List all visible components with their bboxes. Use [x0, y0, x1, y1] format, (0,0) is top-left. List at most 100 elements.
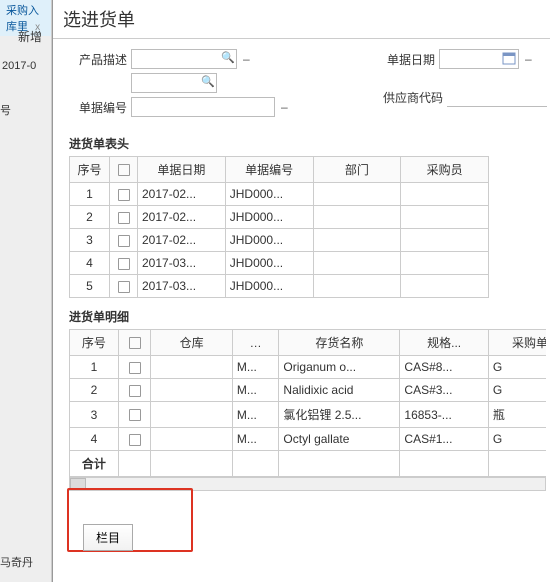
cell-dept — [313, 252, 401, 275]
checkbox-icon[interactable] — [118, 189, 130, 201]
product-desc-input[interactable] — [131, 49, 237, 69]
cell-check[interactable] — [118, 356, 151, 379]
col-spec[interactable]: 规格... — [400, 330, 488, 356]
checkbox-icon[interactable] — [118, 164, 130, 176]
col-idx[interactable]: 序号 — [70, 330, 119, 356]
detail-table: 序号 仓库 … 存货名称 规格... 采购单位 数量 1M...Origanum… — [69, 329, 546, 477]
doc-no-input[interactable] — [131, 97, 275, 117]
cell-date: 2017-02... — [138, 183, 226, 206]
checkbox-icon[interactable] — [129, 434, 141, 446]
cell-idx: 5 — [70, 275, 110, 298]
checkbox-icon[interactable] — [129, 409, 141, 421]
column-button[interactable]: 栏目 — [83, 524, 133, 551]
cell-wh — [151, 428, 232, 451]
cell-check[interactable] — [110, 252, 138, 275]
table-row[interactable]: 1 2017-02...JHD000... — [70, 183, 489, 206]
cell-no: JHD000... — [225, 275, 313, 298]
cell-no: JHD000... — [225, 183, 313, 206]
cell-no: JHD000... — [225, 229, 313, 252]
cell-wh — [151, 402, 232, 428]
col-dept[interactable]: 部门 — [313, 157, 401, 183]
table-row[interactable]: 4 2017-03...JHD000... — [70, 252, 489, 275]
checkbox-icon[interactable] — [129, 337, 141, 349]
cell-check[interactable] — [118, 428, 151, 451]
supplier-input[interactable] — [447, 87, 547, 107]
header-section-title: 进货单表头 — [53, 131, 550, 156]
modal-title: 选进货单 — [53, 0, 550, 39]
bg-misc-text: 马奇丹 — [0, 554, 33, 570]
bg-label: 号 — [0, 102, 11, 118]
cell-idx: 1 — [70, 356, 119, 379]
cell-unit: G — [488, 428, 546, 451]
cell-unit: 瓶 — [488, 402, 546, 428]
cell-check[interactable] — [110, 183, 138, 206]
cell-check[interactable] — [110, 229, 138, 252]
col-check[interactable] — [110, 157, 138, 183]
cell-date: 2017-03... — [138, 275, 226, 298]
col-warehouse[interactable]: 仓库 — [151, 330, 232, 356]
cell-unit: G — [488, 379, 546, 402]
col-buyer[interactable]: 采购员 — [401, 157, 489, 183]
cell-buyer — [401, 275, 489, 298]
cell-no: JHD000... — [225, 252, 313, 275]
cell-idx: 3 — [70, 402, 119, 428]
sum-label: 合计 — [70, 451, 119, 477]
bg-date-field[interactable]: 2017-0 — [0, 60, 36, 72]
cell-name: 氯化铝锂 2.5... — [279, 402, 400, 428]
cell-spec: CAS#1... — [400, 428, 488, 451]
col-check[interactable] — [118, 330, 151, 356]
checkbox-icon[interactable] — [129, 385, 141, 397]
col-no[interactable]: 单据编号 — [225, 157, 313, 183]
range-dash: – — [525, 52, 532, 66]
table-row[interactable]: 5 2017-03...JHD000... — [70, 275, 489, 298]
table-row[interactable]: 4M...Octyl gallateCAS#1...G100.00 — [70, 428, 547, 451]
sum-row: 合计 — [70, 451, 547, 477]
cell-check[interactable] — [118, 402, 151, 428]
cell-date: 2017-02... — [138, 229, 226, 252]
col-name[interactable]: 存货名称 — [279, 330, 400, 356]
cell-check[interactable] — [118, 379, 151, 402]
table-row[interactable]: 2M...Nalidixic acidCAS#3...G5.00 — [70, 379, 547, 402]
cell-name: Octyl gallate — [279, 428, 400, 451]
cell-dots: M... — [232, 402, 279, 428]
cell-dots: M... — [232, 356, 279, 379]
checkbox-icon[interactable] — [118, 281, 130, 293]
cell-buyer — [401, 229, 489, 252]
header-table-wrap: 序号 单据日期 单据编号 部门 采购员 12017-02...JHD000...… — [69, 156, 546, 298]
product-desc-label: 产品描述 — [79, 51, 127, 68]
cell-dept — [313, 229, 401, 252]
supplier-label: 供应商代码 — [383, 89, 443, 106]
col-idx[interactable]: 序号 — [70, 157, 110, 183]
col-date[interactable]: 单据日期 — [138, 157, 226, 183]
cell-check[interactable] — [110, 206, 138, 229]
cell-date: 2017-02... — [138, 206, 226, 229]
doc-date-input[interactable] — [439, 49, 519, 69]
checkbox-icon[interactable] — [129, 362, 141, 374]
table-row[interactable]: 22017-02...JHD000... — [70, 206, 489, 229]
table-row[interactable]: 3M...氯化铝锂 2.5...16853-...瓶1.00 — [70, 402, 547, 428]
checkbox-icon[interactable] — [118, 212, 130, 224]
add-button[interactable]: 新增 — [18, 28, 42, 45]
extra-search-input[interactable] — [131, 73, 217, 93]
cell-idx: 1 — [70, 183, 110, 206]
cell-idx: 4 — [70, 252, 110, 275]
range-dash: – — [243, 52, 250, 66]
cell-date: 2017-03... — [138, 252, 226, 275]
cell-idx: 3 — [70, 229, 110, 252]
cell-check[interactable] — [110, 275, 138, 298]
checkbox-icon[interactable] — [118, 258, 130, 270]
doc-date-label: 单据日期 — [383, 51, 435, 68]
cell-unit: G — [488, 356, 546, 379]
table-row[interactable]: 1M...Origanum o...CAS#8...G20.00 — [70, 356, 547, 379]
cell-dept — [313, 275, 401, 298]
cell-name: Origanum o... — [279, 356, 400, 379]
col-dots[interactable]: … — [232, 330, 279, 356]
cell-dept — [313, 206, 401, 229]
col-unit[interactable]: 采购单位 — [488, 330, 546, 356]
cell-wh — [151, 379, 232, 402]
cell-spec: 16853-... — [400, 402, 488, 428]
checkbox-icon[interactable] — [118, 235, 130, 247]
cell-wh — [151, 356, 232, 379]
table-row[interactable]: 3 2017-02...JHD000... — [70, 229, 489, 252]
doc-no-label: 单据编号 — [79, 99, 127, 116]
